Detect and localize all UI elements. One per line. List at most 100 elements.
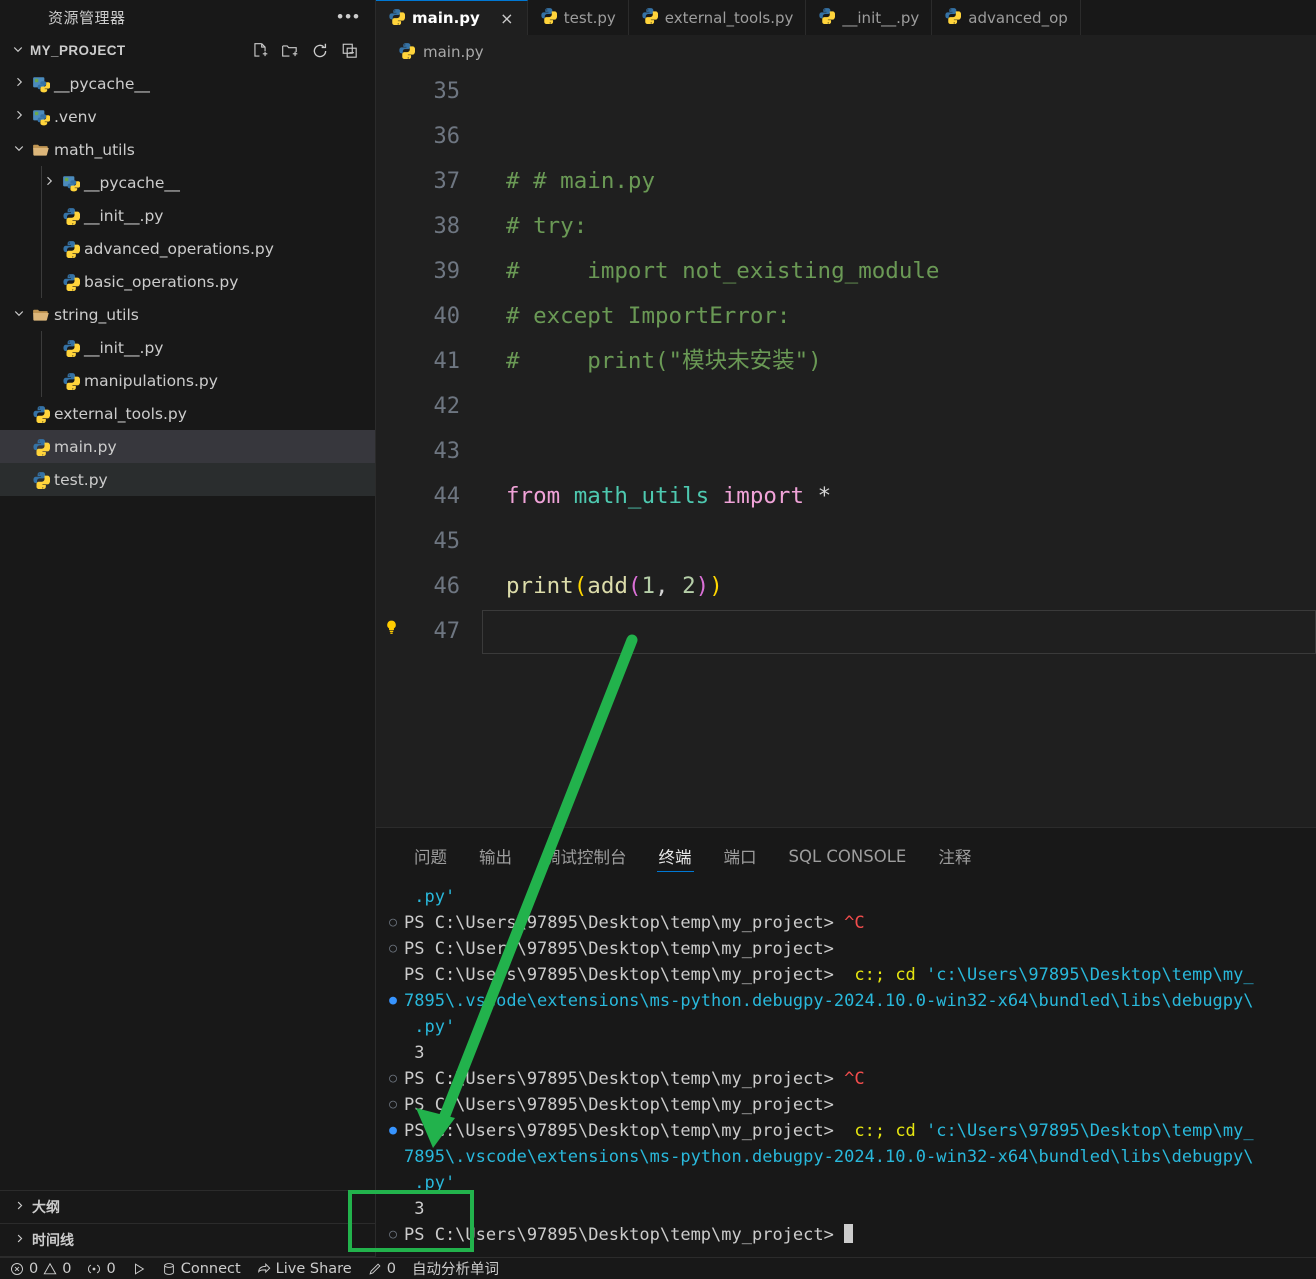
- code-line[interactable]: 44 from math_utils import *: [376, 474, 1316, 519]
- tree-indent-guide: [41, 331, 42, 364]
- editor-tab-test-py[interactable]: test.py: [527, 0, 629, 35]
- code-line-text[interactable]: # print("模块未安装"): [482, 339, 1316, 384]
- chevron-down-icon[interactable]: [10, 142, 28, 157]
- status-radio-tower[interactable]: 0: [87, 1260, 116, 1277]
- panel-tab-输出[interactable]: 输出: [463, 828, 528, 884]
- lightbulb-icon[interactable]: [376, 609, 406, 654]
- project-root-header[interactable]: MY_PROJECT: [0, 34, 375, 67]
- editor-tab-external-tools-py[interactable]: external_tools.py: [628, 0, 807, 35]
- new-folder-icon[interactable]: [281, 42, 299, 60]
- chevron-right-icon[interactable]: [6, 1200, 32, 1214]
- editor-tab-init-py[interactable]: __init__.py: [806, 0, 933, 35]
- editor-tab-main-py[interactable]: main.py ×: [376, 0, 528, 35]
- status-errors-warnings[interactable]: 0 0: [10, 1261, 71, 1277]
- breadcrumb[interactable]: main.py: [376, 35, 1316, 69]
- code-line-text[interactable]: [482, 609, 1316, 654]
- panel-tab-问题[interactable]: 问题: [398, 828, 463, 884]
- sidebar-section-outline[interactable]: 大纲: [0, 1191, 375, 1224]
- code-line[interactable]: 37 # # main.py: [376, 159, 1316, 204]
- line-number: 46: [433, 574, 461, 599]
- code-line-text[interactable]: # # main.py: [482, 159, 1316, 204]
- terminal-token: PS C:\Users\97895\Desktop\temp\my_projec…: [404, 939, 834, 959]
- terminal-output[interactable]: .py' ○ PS C:\Users\97895\Desktop\temp\my_p…: [376, 884, 1316, 1257]
- code-line[interactable]: 40 # except ImportError:: [376, 294, 1316, 339]
- code-line[interactable]: 42: [376, 384, 1316, 429]
- code-line[interactable]: 46 print(add(1, 2)): [376, 564, 1316, 609]
- more-actions-icon[interactable]: •••: [337, 8, 361, 25]
- panel-tab-调试控制台[interactable]: 调试控制台: [528, 828, 643, 884]
- code-line-text[interactable]: # try:: [482, 204, 1316, 249]
- radio-tower-icon: [88, 1264, 101, 1273]
- code-line-text[interactable]: print(add(1, 2)): [482, 564, 1316, 609]
- chevron-right-icon[interactable]: [10, 76, 28, 91]
- chevron-right-icon[interactable]: [6, 1233, 32, 1247]
- sidebar-section-timeline[interactable]: 时间线: [0, 1224, 375, 1257]
- warning-count: 0: [62, 1260, 72, 1277]
- status-live-share[interactable]: Live Share: [257, 1261, 352, 1277]
- tree-item-pycache[interactable]: __pycache__: [0, 67, 375, 100]
- tree-item-external-tools-py[interactable]: external_tools.py: [0, 397, 375, 430]
- refresh-icon[interactable]: [311, 42, 329, 60]
- code-line[interactable]: 47: [376, 609, 1316, 654]
- tree-item-pycache[interactable]: __pycache__: [0, 166, 375, 199]
- tree-item-init-py[interactable]: __init__.py: [0, 331, 375, 364]
- collapse-all-icon[interactable]: [341, 42, 359, 60]
- code-line[interactable]: 45: [376, 519, 1316, 564]
- panel-tab-端口[interactable]: 端口: [708, 828, 773, 884]
- new-file-icon[interactable]: [251, 42, 269, 60]
- tree-item-test-py[interactable]: test.py: [0, 463, 375, 496]
- chevron-down-icon[interactable]: [10, 307, 28, 322]
- tree-item-label: main.py: [54, 437, 117, 456]
- tree-item-advanced-operations-py[interactable]: advanced_operations.py: [0, 232, 375, 265]
- editor-tab-label: main.py: [412, 9, 480, 27]
- terminal-line: PS C:\Users\97895\Desktop\temp\my_projec…: [382, 962, 1316, 988]
- tree-item-string-utils[interactable]: string_utils: [0, 298, 375, 331]
- close-icon[interactable]: ×: [499, 9, 515, 28]
- panel-tab-注释[interactable]: 注释: [922, 828, 987, 884]
- chevron-down-icon[interactable]: [6, 42, 30, 60]
- code-token: # # main.py: [506, 168, 656, 194]
- tree-item-init-py[interactable]: __init__.py: [0, 199, 375, 232]
- terminal-token: cd: [895, 1121, 916, 1141]
- code-line-text[interactable]: from math_utils import *: [482, 474, 1316, 519]
- terminal-line-text: PS C:\Users\97895\Desktop\temp\my_projec…: [404, 1222, 854, 1248]
- python-file-icon: [540, 7, 558, 28]
- terminal-line-text: 3: [404, 1040, 424, 1066]
- code-line[interactable]: 41 # print("模块未安装"): [376, 339, 1316, 384]
- status-remote-connect[interactable]: Connect: [162, 1261, 241, 1277]
- tree-item-label: advanced_operations.py: [84, 239, 274, 258]
- editor-tab-advanced-op[interactable]: advanced_op: [932, 0, 1081, 35]
- editor-tab-label: advanced_op: [968, 8, 1068, 27]
- tree-item-venv[interactable]: .venv: [0, 100, 375, 133]
- code-line-text[interactable]: # import not_existing_module: [482, 249, 1316, 294]
- panel-tab-sql-console[interactable]: SQL CONSOLE: [773, 828, 923, 884]
- status-auto-split-words[interactable]: 自动分析单词: [412, 1258, 499, 1279]
- code-token: ): [709, 573, 723, 599]
- code-line[interactable]: 38 # try:: [376, 204, 1316, 249]
- code-line[interactable]: 43: [376, 429, 1316, 474]
- radio-count: 0: [106, 1260, 116, 1277]
- tree-item-manipulations-py[interactable]: manipulations.py: [0, 364, 375, 397]
- chevron-right-icon[interactable]: [10, 109, 28, 124]
- status-run-button[interactable]: [132, 1262, 146, 1276]
- tree-item-basic-operations-py[interactable]: basic_operations.py: [0, 265, 375, 298]
- code-line[interactable]: 36: [376, 114, 1316, 159]
- chevron-right-icon[interactable]: [40, 175, 58, 190]
- panel-tab-终端[interactable]: 终端: [643, 828, 708, 884]
- code-line[interactable]: 39 # import not_existing_module: [376, 249, 1316, 294]
- warning-icon: [43, 1262, 57, 1274]
- tree-item-math-utils[interactable]: math_utils: [0, 133, 375, 166]
- status-pencil[interactable]: 0: [368, 1261, 396, 1277]
- terminal-line: ○ PS C:\Users\97895\Desktop\temp\my_proje…: [382, 1066, 1316, 1092]
- tree-indent-guide: [41, 166, 42, 199]
- tree-item-main-py[interactable]: main.py: [0, 430, 375, 463]
- code-line-text[interactable]: # except ImportError:: [482, 294, 1316, 339]
- terminal-token: c:;: [854, 965, 886, 985]
- play-icon: [134, 1262, 145, 1275]
- code-editor[interactable]: 35 36 37 # # main.py 38 # try: 39 # import not_…: [376, 69, 1316, 827]
- breadcrumb-filename[interactable]: main.py: [423, 43, 484, 61]
- folder-open-icon: [28, 306, 54, 324]
- code-line[interactable]: 35: [376, 69, 1316, 114]
